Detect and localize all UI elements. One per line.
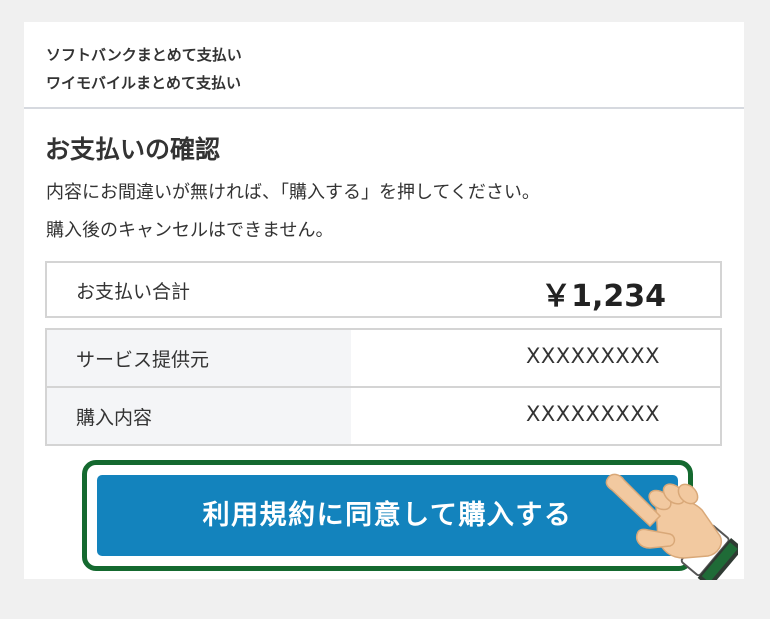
- payment-total-box: お支払い合計 ￥1,234: [45, 261, 722, 318]
- header-service-name-ymobile: ワイモバイルまとめて支払い: [46, 74, 242, 92]
- purchase-details-table: サービス提供元 XXXXXXXXX 購入内容 XXXXXXXXX: [45, 328, 722, 446]
- header-service-name-softbank: ソフトバンクまとめて支払い: [46, 46, 242, 64]
- payment-total-amount: ￥1,234: [541, 279, 666, 314]
- confirmation-instruction: 内容にお間違いが無ければ、「購入する」を押してください。: [46, 182, 540, 203]
- agree-and-purchase-button[interactable]: 利用規約に同意して購入する: [97, 475, 678, 556]
- table-row: 購入内容 XXXXXXXXX: [47, 388, 720, 444]
- header: ソフトバンクまとめて支払い ワイモバイルまとめて支払い: [24, 22, 744, 109]
- purchase-content-value: XXXXXXXXX: [526, 402, 660, 426]
- service-provider-label: サービス提供元: [76, 349, 210, 371]
- table-row: サービス提供元 XXXXXXXXX: [47, 330, 720, 388]
- service-provider-value: XXXXXXXXX: [526, 344, 660, 368]
- page-title: お支払いの確認: [45, 135, 221, 164]
- pointing-hand-icon: [605, 473, 738, 580]
- cancellation-notice: 購入後のキャンセルはできません。: [46, 220, 334, 241]
- table-label-cell: 購入内容: [47, 388, 351, 444]
- purchase-content-label: 購入内容: [76, 407, 153, 429]
- page: ソフトバンクまとめて支払い ワイモバイルまとめて支払い お支払いの確認 内容にお…: [0, 0, 770, 619]
- payment-total-label: お支払い合計: [76, 281, 191, 303]
- table-label-cell: サービス提供元: [47, 330, 351, 386]
